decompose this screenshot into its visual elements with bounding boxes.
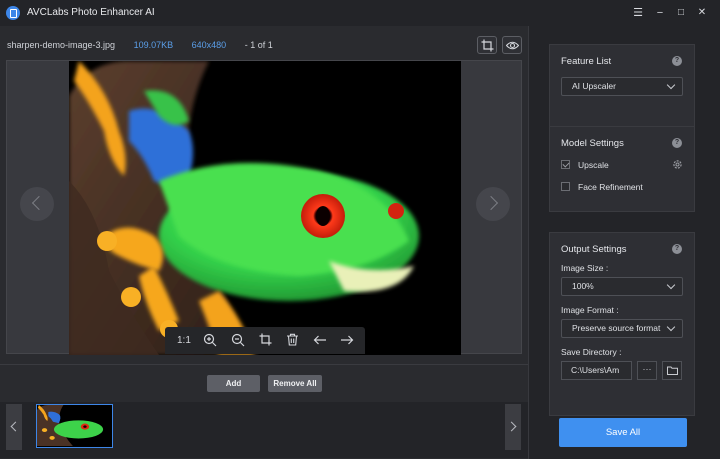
file-info: sharpen-demo-image-3.jpg 109.07KB 640x48… xyxy=(7,40,289,50)
output-settings-title: Output Settings xyxy=(561,244,627,255)
next-button[interactable] xyxy=(340,333,354,348)
delete-button[interactable] xyxy=(286,333,299,348)
chevron-down-icon xyxy=(666,322,676,332)
zoom-out-button[interactable] xyxy=(231,333,245,348)
file-size: 109.07KB xyxy=(133,40,174,50)
chevron-down-icon xyxy=(666,280,676,290)
image-size-value: 100% xyxy=(572,281,594,291)
chevron-down-icon xyxy=(666,80,676,90)
settings-panel: Feature List ? AI Upscaler Model Setting… xyxy=(528,26,720,459)
thumbnail-item[interactable] xyxy=(36,404,113,448)
title-bar: AVCLabs Photo Enhancer AI ☰ − □ ✕ xyxy=(0,0,720,26)
remove-all-button[interactable]: Remove All xyxy=(268,375,322,392)
zoom-ratio-button[interactable]: 1:1 xyxy=(177,333,191,348)
feature-list-title: Feature List xyxy=(561,56,612,67)
open-folder-button[interactable] xyxy=(662,361,682,380)
image-format-value: Preserve source format xyxy=(572,323,661,333)
face-refinement-label: Face Refinement xyxy=(578,182,643,192)
thumbnail-scroll-left[interactable] xyxy=(6,404,22,450)
next-image-button[interactable] xyxy=(476,187,510,221)
arrow-left-icon xyxy=(313,335,326,345)
thumbnail-scroll-right[interactable] xyxy=(505,404,521,450)
save-directory-label: Save Directory : xyxy=(561,347,622,357)
help-icon[interactable]: ? xyxy=(672,56,682,66)
folder-icon xyxy=(666,366,678,375)
image-format-label: Image Format : xyxy=(561,305,619,315)
help-icon[interactable]: ? xyxy=(672,244,682,254)
thumbnail-strip xyxy=(0,402,528,458)
add-button[interactable]: Add xyxy=(207,375,260,392)
close-icon[interactable]: ✕ xyxy=(694,5,710,21)
more-options-button[interactable]: ··· xyxy=(637,361,657,380)
save-directory-input[interactable]: C:\Users\Am xyxy=(561,361,632,380)
model-settings-card: Model Settings ? Upscale Face Refinement xyxy=(549,126,695,212)
arrow-right-icon xyxy=(341,335,354,345)
previous-image-button[interactable] xyxy=(20,187,54,221)
save-all-button[interactable]: Save All xyxy=(559,418,687,447)
upscale-label: Upscale xyxy=(578,160,609,170)
crop-icon xyxy=(259,333,272,346)
frog-photo xyxy=(69,61,419,355)
image-viewer[interactable]: 1:1 xyxy=(6,60,522,355)
gear-icon xyxy=(673,160,682,169)
zoom-in-button[interactable] xyxy=(203,333,217,348)
feature-select-value: AI Upscaler xyxy=(572,81,616,91)
zoom-toolbar: 1:1 xyxy=(165,327,365,354)
image-size-label: Image Size : xyxy=(561,263,609,273)
crop-tool-button[interactable] xyxy=(259,333,272,348)
thumbnail-image xyxy=(37,405,104,446)
zoom-out-icon xyxy=(231,333,245,347)
zoom-in-icon xyxy=(203,333,217,347)
image-size-select[interactable]: 100% xyxy=(561,277,683,296)
trash-icon xyxy=(287,333,298,346)
preview-image xyxy=(69,61,461,355)
app-logo-icon xyxy=(6,6,20,20)
upscale-settings-button[interactable] xyxy=(672,159,683,172)
crop-icon xyxy=(481,39,494,52)
file-resolution: 640x480 xyxy=(191,40,227,50)
model-settings-title: Model Settings xyxy=(561,138,624,149)
feature-list-card: Feature List ? AI Upscaler xyxy=(549,44,695,128)
divider xyxy=(0,364,528,365)
eye-icon xyxy=(506,41,519,50)
face-refinement-checkbox[interactable] xyxy=(561,182,570,191)
help-icon[interactable]: ? xyxy=(672,138,682,148)
app-title: AVCLabs Photo Enhancer AI xyxy=(27,7,155,18)
output-settings-card: Output Settings ? Image Size : 100% Imag… xyxy=(549,232,695,416)
maximize-icon[interactable]: □ xyxy=(673,5,689,21)
menu-icon[interactable]: ☰ xyxy=(630,5,646,21)
file-position: - 1 of 1 xyxy=(244,40,273,50)
work-area: sharpen-demo-image-3.jpg 109.07KB 640x48… xyxy=(0,26,528,459)
minimize-icon[interactable]: − xyxy=(652,5,668,21)
image-format-select[interactable]: Preserve source format xyxy=(561,319,683,338)
file-name: sharpen-demo-image-3.jpg xyxy=(7,40,116,50)
preview-button[interactable] xyxy=(502,36,522,54)
crop-button[interactable] xyxy=(477,36,497,54)
feature-select[interactable]: AI Upscaler xyxy=(561,77,683,96)
previous-button[interactable] xyxy=(313,333,327,348)
upscale-checkbox[interactable] xyxy=(561,160,570,169)
